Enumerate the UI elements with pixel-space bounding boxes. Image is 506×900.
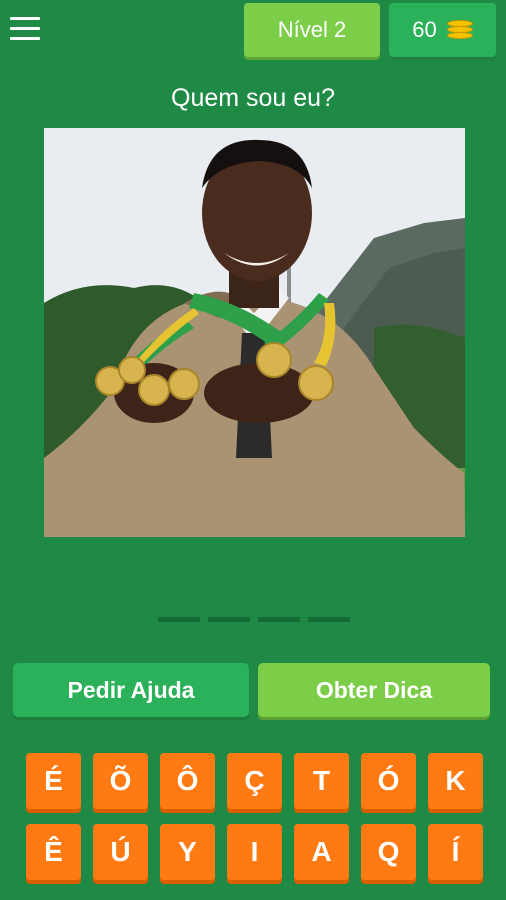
letter-key[interactable]: Í (428, 824, 483, 880)
letter-key[interactable]: Q (361, 824, 416, 880)
help-button-label: Pedir Ajuda (67, 676, 195, 703)
question-photo (44, 128, 465, 537)
coins-button[interactable]: 60 (389, 3, 496, 57)
coin-stack-icon (446, 20, 473, 40)
top-bar: Nível 2 60 (0, 0, 506, 62)
letter-key[interactable]: Ç (227, 753, 282, 809)
answer-slot[interactable] (208, 617, 250, 622)
letter-key[interactable]: A (294, 824, 349, 880)
hint-button-label: Obter Dica (315, 676, 433, 703)
letter-key[interactable]: Ó (361, 753, 416, 809)
letter-key[interactable]: T (294, 753, 349, 809)
help-button[interactable]: Pedir Ajuda (13, 663, 249, 717)
letter-key[interactable]: K (428, 753, 483, 809)
letter-key[interactable]: Ú (93, 824, 148, 880)
hamburger-menu-icon[interactable] (10, 17, 40, 41)
letter-key[interactable]: É (26, 753, 81, 809)
question-title: Quem sou eu? (171, 84, 335, 112)
level-button[interactable]: Nível 2 (244, 3, 380, 57)
letter-key[interactable]: Y (160, 824, 215, 880)
letter-key[interactable]: Õ (93, 753, 148, 809)
answer-slot[interactable] (258, 617, 300, 622)
coins-count: 60 (412, 17, 437, 42)
letter-key[interactable]: Ô (160, 753, 215, 809)
answer-slot[interactable] (308, 617, 350, 622)
letter-key[interactable]: I (227, 824, 282, 880)
answer-slots (158, 617, 350, 623)
letter-key[interactable]: Ê (26, 824, 81, 880)
answer-slot[interactable] (158, 617, 200, 622)
hint-button[interactable]: Obter Dica (258, 663, 490, 717)
level-label: Nível 2 (277, 17, 347, 42)
